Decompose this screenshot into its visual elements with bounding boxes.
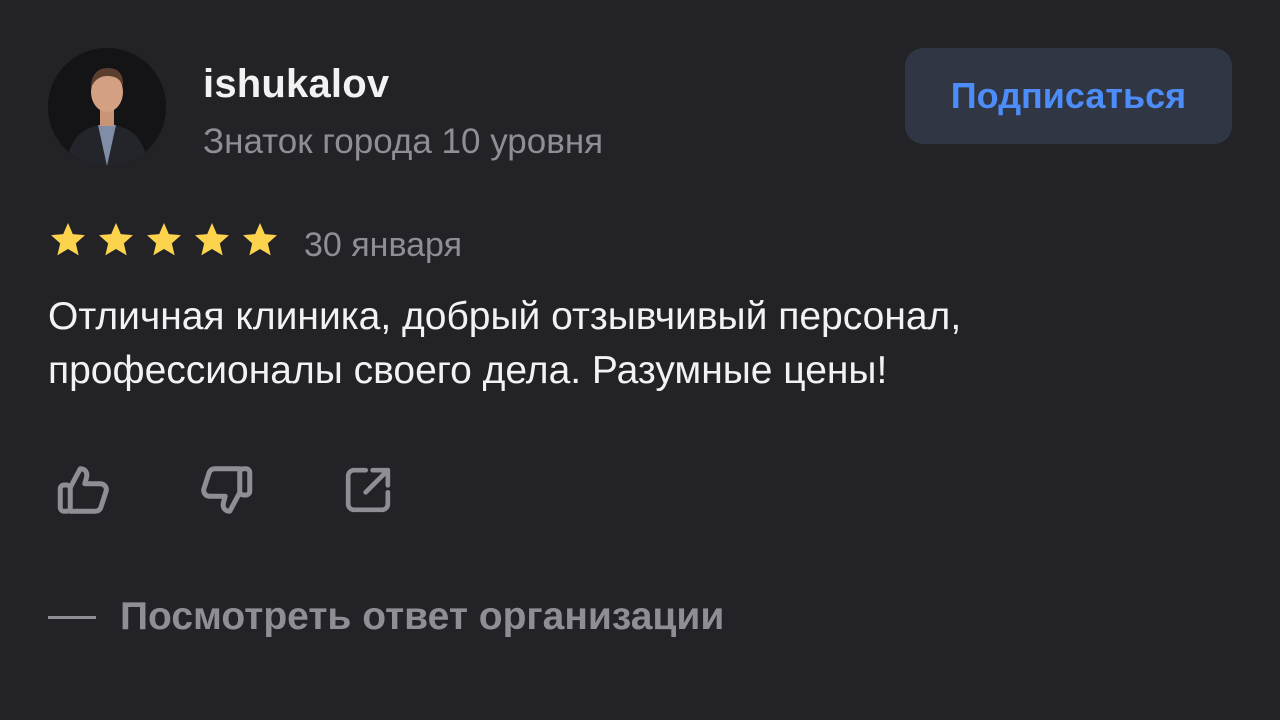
like-button[interactable] (52, 458, 116, 522)
star-icon (51, 223, 85, 256)
user-photo-icon (48, 48, 166, 166)
thumbs-down-icon (201, 466, 253, 514)
star-icon (99, 223, 133, 256)
review-card: ishukalov Знаток города 10 уровня Подпис… (0, 0, 1280, 720)
user-level: Знаток города 10 уровня (203, 122, 604, 161)
star-rating (48, 220, 288, 260)
avatar[interactable] (48, 48, 166, 166)
share-icon (345, 467, 391, 513)
dislike-button[interactable] (194, 458, 258, 522)
reply-divider (48, 616, 96, 619)
review-text: Отличная клиника, добрый отзывчивый перс… (48, 295, 962, 392)
thumbs-up-icon (57, 466, 109, 514)
subscribe-button[interactable]: Подписаться (905, 48, 1232, 144)
view-org-reply-link[interactable]: Посмотреть ответ организации (120, 592, 724, 642)
star-icon (147, 223, 181, 256)
user-name[interactable]: ishukalov (203, 60, 389, 108)
star-icon (243, 223, 277, 256)
star-icon (195, 223, 229, 256)
share-button[interactable] (336, 458, 400, 522)
review-date: 30 января (304, 226, 462, 264)
